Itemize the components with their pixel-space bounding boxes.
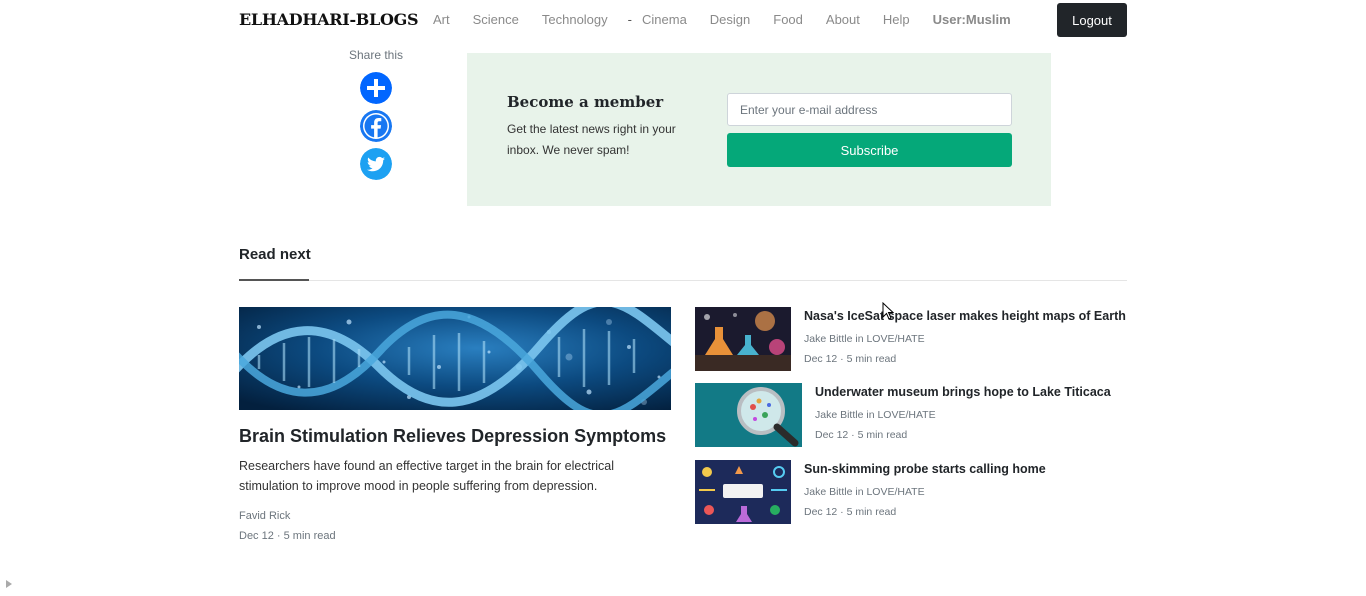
side-article-author[interactable]: Jake Bittle in LOVE/HATE	[804, 333, 925, 345]
collapse-arrow-icon[interactable]	[6, 580, 12, 588]
nav-link-help[interactable]: Help	[883, 12, 910, 27]
side-article-meta: Dec 12 · 5 min read	[815, 429, 908, 441]
nav-link-technology[interactable]: Technology	[542, 12, 608, 27]
side-article-title[interactable]: Sun-skimming probe starts calling home	[804, 462, 1046, 476]
nav-link-food[interactable]: Food	[773, 12, 803, 27]
main-article-meta: Dec 12 · 5 min read	[239, 530, 336, 542]
read-next-heading: Read next	[239, 246, 311, 263]
share-label: Share this	[348, 48, 404, 62]
list-item: Sun-skimming probe starts calling home J…	[695, 460, 1127, 524]
side-article-author[interactable]: Jake Bittle in LOVE/HATE	[815, 409, 936, 421]
side-article-meta: Dec 12 · 5 min read	[804, 506, 897, 518]
share-panel: Share this	[340, 48, 412, 186]
facebook-icon[interactable]	[360, 110, 392, 142]
nav-link-about[interactable]: About	[826, 12, 860, 27]
nav-separator: -	[627, 12, 632, 27]
side-article-author[interactable]: Jake Bittle in LOVE/HATE	[804, 486, 925, 498]
main-article-description: Researchers have found an effective targ…	[239, 459, 614, 493]
nav-link-art[interactable]: Art	[433, 12, 450, 27]
subscribe-button[interactable]: Subscribe	[727, 133, 1012, 167]
top-navbar: ELHADHARI-BLOGS Art Science Technology -…	[0, 0, 1366, 40]
side-article-meta: Dec 12 · 5 min read	[804, 353, 897, 365]
newsletter-box: Become a member Get the latest news righ…	[467, 53, 1051, 206]
magnifier-image[interactable]	[695, 383, 802, 447]
dna-helix-image[interactable]	[239, 307, 671, 410]
main-article-author[interactable]: Favid Rick	[239, 510, 290, 522]
site-brand[interactable]: ELHADHARI-BLOGS	[239, 10, 419, 29]
science-doodle-image[interactable]	[695, 460, 791, 524]
logout-button[interactable]: Logout	[1057, 3, 1127, 37]
nav-link-cinema[interactable]: Cinema	[642, 12, 687, 27]
mouse-cursor-icon	[882, 302, 894, 320]
side-article-title[interactable]: Underwater museum brings hope to Lake Ti…	[815, 385, 1111, 399]
newsletter-title: Become a member	[507, 93, 664, 111]
plus-icon[interactable]	[360, 72, 392, 104]
twitter-icon[interactable]	[360, 148, 392, 180]
side-article-title[interactable]: Nasa's IceSat space laser makes height m…	[804, 309, 1126, 323]
nav-link-design[interactable]: Design	[710, 12, 750, 27]
lab-flasks-image[interactable]	[695, 307, 791, 371]
heading-underline	[239, 279, 309, 281]
main-article-title[interactable]: Brain Stimulation Relieves Depression Sy…	[239, 426, 666, 447]
newsletter-text: Get the latest news right in your inbox.…	[507, 122, 676, 157]
nav-link-science[interactable]: Science	[473, 12, 519, 27]
divider	[239, 280, 1127, 281]
nav-user[interactable]: User:Muslim	[933, 12, 1011, 27]
list-item: Underwater museum brings hope to Lake Ti…	[695, 383, 1127, 447]
email-field[interactable]	[727, 93, 1012, 126]
list-item: Nasa's IceSat space laser makes height m…	[695, 307, 1127, 371]
nav-links: Art Science Technology - Cinema Design F…	[433, 12, 1011, 27]
